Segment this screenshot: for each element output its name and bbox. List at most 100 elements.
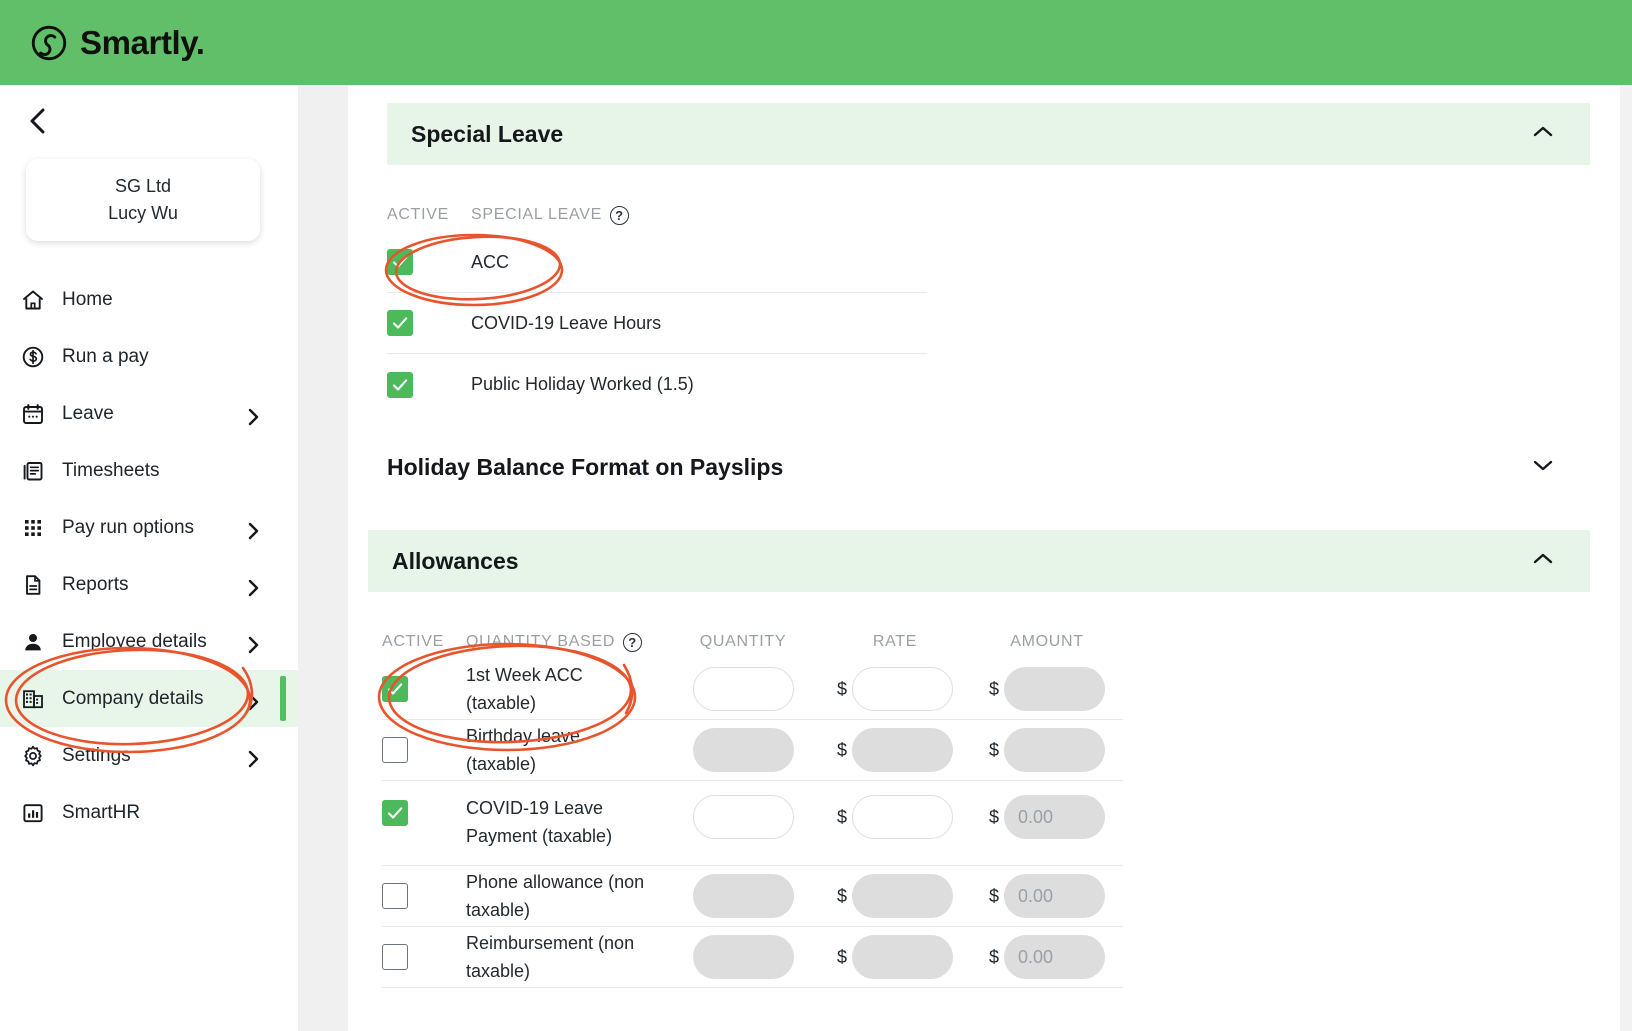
amount-field: 0.00 xyxy=(1004,935,1105,979)
sidebar-item-leave[interactable]: Leave xyxy=(0,385,298,442)
checkbox-active[interactable] xyxy=(382,676,408,702)
amount-field: 0.00 xyxy=(1004,795,1105,839)
sidebar-item-employee-details[interactable]: Employee details xyxy=(0,613,298,670)
chevron-right-icon xyxy=(246,578,260,596)
currency-symbol: $ xyxy=(836,678,847,699)
allowance-row-label: Phone allowance (non taxable) xyxy=(466,872,645,920)
checkbox-active[interactable] xyxy=(387,310,413,336)
user-display-name: Lucy Wu xyxy=(108,203,178,223)
allowances-table-header: ACTIVE QUANTITY BASED ? QUANTITY RATE AM… xyxy=(382,625,1123,659)
brand-name: Smartly. xyxy=(80,23,205,61)
special-leave-row-covid-hours[interactable]: COVID-19 Leave Hours xyxy=(387,293,927,354)
allowance-row-phone-allowance[interactable]: Phone allowance (non taxable) $ $ 0.00 xyxy=(382,866,1123,927)
checkbox-active[interactable] xyxy=(382,800,408,826)
checkbox-active[interactable] xyxy=(382,883,408,909)
allowance-row-reimbursement[interactable]: Reimbursement (non taxable) $ $ 0.00 xyxy=(382,927,1123,988)
chevron-right-icon xyxy=(246,521,260,539)
sidebar-item-settings[interactable]: Settings xyxy=(0,727,298,784)
checkbox-active[interactable] xyxy=(387,249,413,275)
sidebar-item-home[interactable]: Home xyxy=(0,271,298,328)
currency-symbol: $ xyxy=(836,739,847,760)
chevron-up-icon[interactable] xyxy=(1532,552,1554,571)
sidebar-nav: Home Run a pay Leave Timesheets Pay run … xyxy=(0,271,298,841)
checkbox-active[interactable] xyxy=(382,944,408,970)
column-header-rate: RATE xyxy=(872,633,918,650)
sidebar-item-label: Employee details xyxy=(62,630,207,652)
allowance-row-label: Reimbursement (non taxable) xyxy=(466,933,635,981)
user-account-card[interactable]: SG Ltd Lucy Wu xyxy=(26,159,260,241)
checkbox-active[interactable] xyxy=(382,737,408,763)
rate-field xyxy=(852,728,953,772)
sidebar-item-reports[interactable]: Reports xyxy=(0,556,298,613)
sidebar-item-pay-run-options[interactable]: Pay run options xyxy=(0,499,298,556)
column-header-amount: AMOUNT xyxy=(1010,633,1084,650)
sidebar-collapse-button[interactable] xyxy=(18,101,58,141)
chevron-right-icon xyxy=(246,407,260,425)
chevron-down-icon[interactable] xyxy=(1532,458,1554,477)
special-leave-table: ACTIVE SPECIAL LEAVE ? ACC COVID-19 Leav… xyxy=(387,198,927,415)
special-leave-row-label: Public Holiday Worked (1.5) xyxy=(471,374,694,394)
allowance-row-1st-week-acc[interactable]: 1st Week ACC (taxable) $ $ xyxy=(382,659,1123,720)
building-icon xyxy=(20,686,46,712)
question-mark-icon[interactable]: ? xyxy=(609,205,629,225)
question-mark-icon[interactable]: ? xyxy=(623,632,643,652)
special-leave-row-acc[interactable]: ACC xyxy=(387,232,927,293)
currency-symbol: $ xyxy=(988,739,999,760)
page-scrollbar-thumb[interactable] xyxy=(1622,93,1630,343)
top-header-bar: Smartly. xyxy=(0,0,1632,85)
home-icon xyxy=(20,287,46,313)
holiday-balance-format-section-header[interactable]: Holiday Balance Format on Payslips xyxy=(387,445,1590,489)
chevron-left-icon xyxy=(30,108,45,134)
sidebar-item-label: Settings xyxy=(62,744,131,766)
amount-field: 0.00 xyxy=(1004,874,1105,918)
special-leave-row-public-holiday[interactable]: Public Holiday Worked (1.5) xyxy=(387,354,927,415)
allowance-row-covid-leave-payment[interactable]: COVID-19 Leave Payment (taxable) $ $ 0.0… xyxy=(382,781,1123,866)
sidebar-item-label: Timesheets xyxy=(62,459,160,481)
special-leave-row-label: ACC xyxy=(471,251,510,272)
user-org-name: SG Ltd xyxy=(114,176,172,196)
sidebar-item-label: Run a pay xyxy=(62,345,149,367)
allowance-row-birthday-leave[interactable]: Birthday leave (taxable) $ $ xyxy=(382,720,1123,781)
documents-icon xyxy=(20,458,46,484)
special-leave-section-header[interactable]: Special Leave xyxy=(387,103,1590,165)
special-leave-row-label: COVID-19 Leave Hours xyxy=(471,312,662,333)
sidebar-item-smarthr[interactable]: SmartHR xyxy=(0,784,298,841)
currency-symbol: $ xyxy=(988,678,999,699)
sidebar-item-company-details[interactable]: Company details xyxy=(0,670,298,727)
allowances-section-header[interactable]: Allowances xyxy=(368,530,1590,592)
chevron-right-icon xyxy=(246,635,260,653)
sidebar-item-run-a-pay[interactable]: Run a pay xyxy=(0,328,298,385)
chevron-up-icon[interactable] xyxy=(1532,125,1554,144)
file-lines-icon xyxy=(20,572,46,598)
grid-dots-icon xyxy=(20,515,46,541)
bar-chart-icon xyxy=(20,800,46,826)
person-icon xyxy=(20,629,46,655)
sidebar-item-label: SmartHR xyxy=(62,801,141,823)
quantity-input[interactable] xyxy=(692,795,794,839)
rate-input[interactable] xyxy=(852,795,953,839)
special-leave-title: Special Leave xyxy=(411,120,564,147)
rate-input[interactable] xyxy=(852,667,953,711)
checkbox-active[interactable] xyxy=(387,371,413,398)
column-header-quantity-based: QUANTITY BASED xyxy=(466,633,616,650)
allowance-row-label: 1st Week ACC (taxable) xyxy=(466,665,583,713)
column-header-active: ACTIVE xyxy=(387,206,449,223)
column-header-quantity: QUANTITY xyxy=(699,633,787,650)
allowances-table: ACTIVE QUANTITY BASED ? QUANTITY RATE AM… xyxy=(382,625,1123,988)
quantity-input[interactable] xyxy=(692,667,794,711)
chevron-right-icon xyxy=(246,692,260,710)
brand-logo[interactable]: Smartly. xyxy=(31,24,205,62)
amount-field xyxy=(1004,667,1105,711)
currency-symbol: $ xyxy=(988,946,999,967)
sidebar-item-label: Company details xyxy=(62,687,204,709)
sidebar-content-gutter xyxy=(298,85,348,1031)
sidebar-item-label: Pay run options xyxy=(62,516,195,538)
allowance-row-label: COVID-19 Leave Payment (taxable) xyxy=(466,798,613,846)
sidebar-item-timesheets[interactable]: Timesheets xyxy=(0,442,298,499)
column-header-active: ACTIVE xyxy=(382,633,444,650)
allowances-title: Allowances xyxy=(392,547,519,574)
allowance-row-label: Birthday leave (taxable) xyxy=(466,726,581,774)
holiday-balance-format-title: Holiday Balance Format on Payslips xyxy=(387,453,784,480)
currency-symbol: $ xyxy=(836,885,847,906)
app-root: Smartly. SG Ltd Lucy Wu Home Run a pay L… xyxy=(0,0,1632,1031)
